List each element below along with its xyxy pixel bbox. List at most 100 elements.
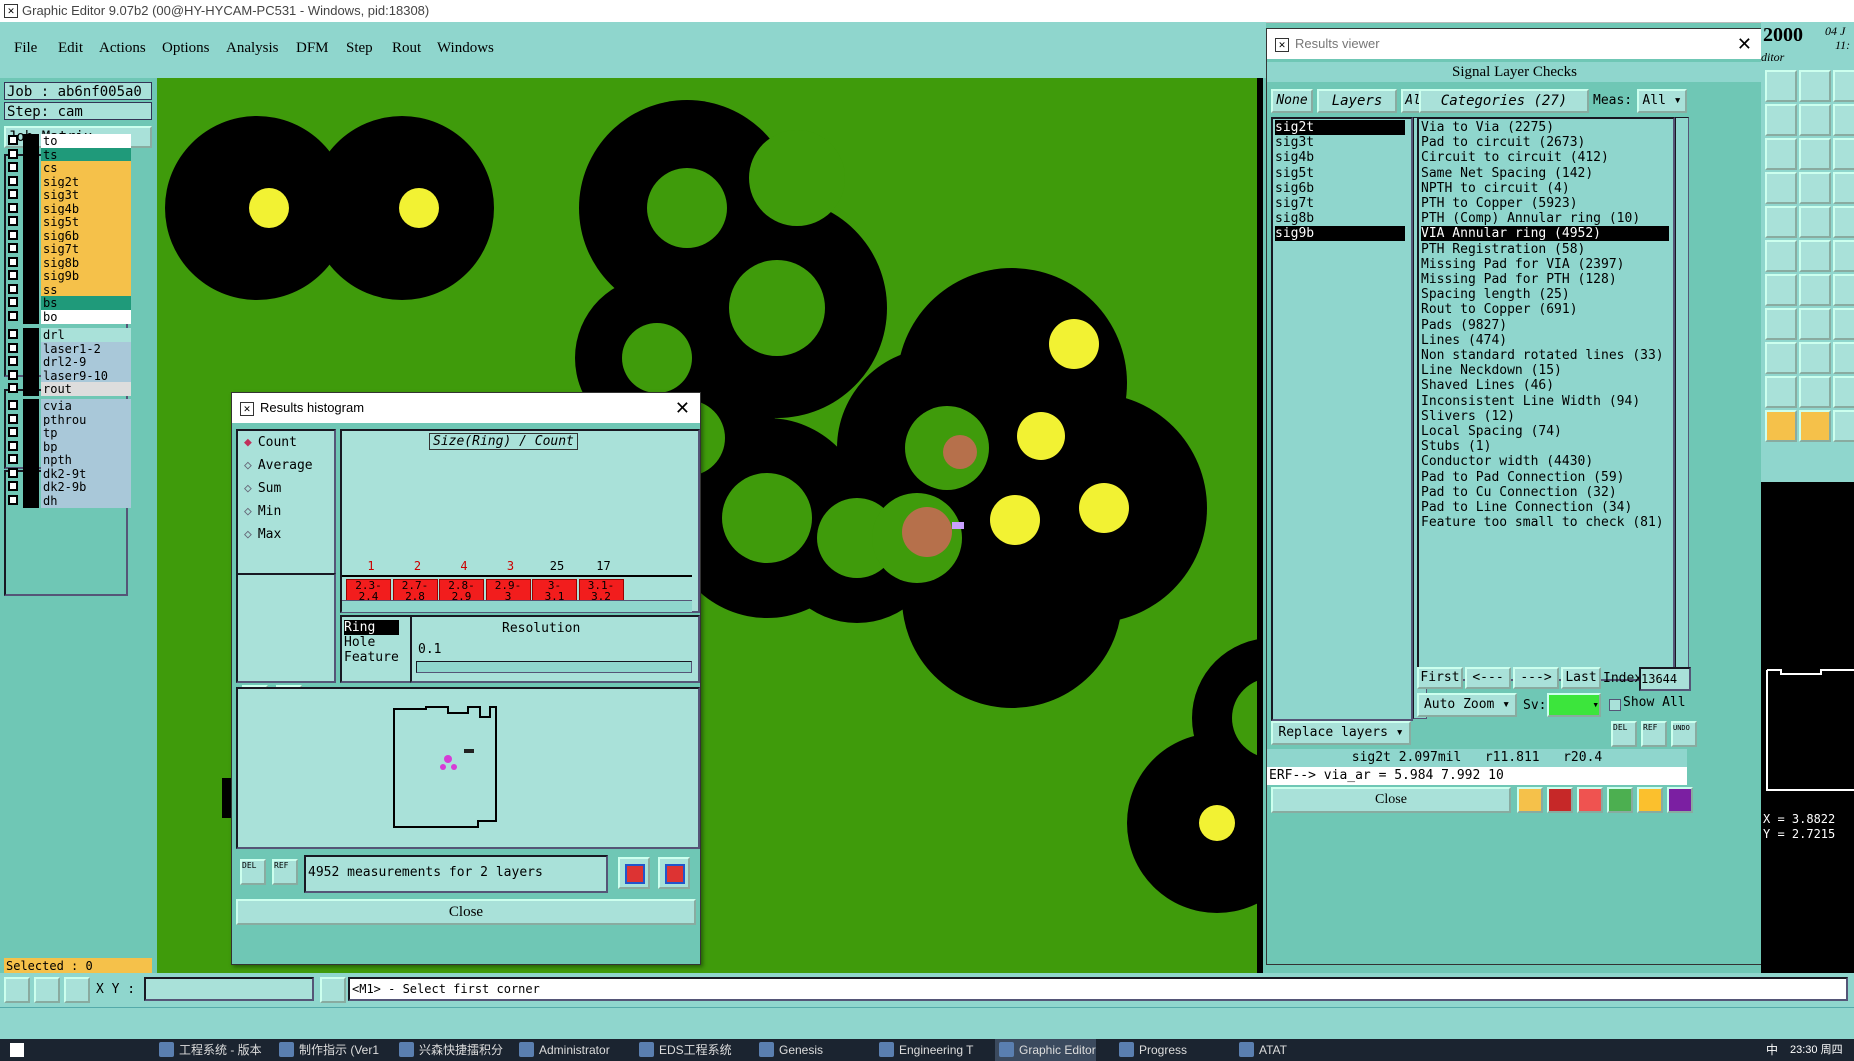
category-item[interactable]: Circuit to circuit (412) bbox=[1421, 150, 1669, 165]
layer-name[interactable]: ss bbox=[41, 282, 131, 297]
layer-row[interactable]: sig8b bbox=[8, 255, 131, 270]
toolbar-tool-button[interactable] bbox=[1833, 308, 1854, 340]
layer-name[interactable]: dk2-9t bbox=[41, 466, 131, 481]
toolbar-tool-button[interactable] bbox=[1799, 376, 1831, 408]
export-icon-button[interactable] bbox=[658, 857, 690, 889]
taskbar-item[interactable]: 兴森快捷擂积分 bbox=[395, 1039, 503, 1061]
prev-button[interactable]: <--- bbox=[1465, 667, 1511, 689]
layer-name[interactable]: drl bbox=[41, 328, 131, 342]
category-item[interactable]: VIA Annular ring (4952) bbox=[1421, 226, 1669, 242]
category-item[interactable]: Line Neckdown (15) bbox=[1421, 363, 1669, 378]
toolbar-tool-button[interactable] bbox=[1799, 70, 1831, 102]
category-item[interactable]: PTH to Copper (5923) bbox=[1421, 196, 1669, 211]
menu-options[interactable]: Options bbox=[162, 40, 210, 57]
result-layer-item[interactable]: sig8b bbox=[1275, 211, 1405, 226]
toolbar-tool-button[interactable] bbox=[1799, 206, 1831, 238]
category-item[interactable]: Pad to Pad Connection (59) bbox=[1421, 470, 1669, 485]
layer-name[interactable]: dk2-9b bbox=[41, 480, 131, 494]
first-button[interactable]: First bbox=[1417, 667, 1463, 689]
category-item[interactable]: Missing Pad for PTH (128) bbox=[1421, 272, 1669, 287]
chart-icon-button[interactable] bbox=[618, 857, 650, 889]
auto-zoom-dropdown[interactable]: Auto Zoom ▾ bbox=[1417, 693, 1517, 717]
taskbar-item[interactable]: Engineering T bbox=[875, 1039, 974, 1061]
layer-name[interactable]: bs bbox=[41, 296, 131, 310]
close-icon[interactable]: ✕ bbox=[1737, 29, 1752, 59]
layer-name[interactable]: drl2-9 bbox=[41, 355, 131, 369]
layer-name[interactable]: sig6b bbox=[41, 228, 131, 243]
del-button-bottom[interactable]: DEL bbox=[240, 859, 266, 885]
layer-name[interactable]: sig4b bbox=[41, 201, 131, 216]
layer-checkbox[interactable] bbox=[8, 270, 18, 280]
category-item[interactable]: Lines (474) bbox=[1421, 333, 1669, 348]
menu-step[interactable]: Step bbox=[346, 40, 373, 57]
layer-row[interactable]: sig2t bbox=[8, 174, 131, 189]
del-button[interactable]: DEL bbox=[1611, 721, 1637, 747]
results-close-button[interactable]: Close bbox=[1271, 787, 1511, 813]
layer-checkbox[interactable] bbox=[8, 481, 18, 491]
layer-checkbox[interactable] bbox=[8, 342, 18, 353]
layer-row[interactable]: ss bbox=[8, 282, 131, 297]
ime-indicator[interactable]: 中 bbox=[1766, 1039, 1778, 1061]
layer-row[interactable]: laser9-10 bbox=[8, 368, 131, 383]
toolbar-tool-button[interactable] bbox=[1765, 138, 1797, 170]
histogram-close-button[interactable]: Close bbox=[236, 899, 696, 925]
category-item[interactable]: NPTH to circuit (4) bbox=[1421, 181, 1669, 196]
layer-checkbox[interactable] bbox=[8, 283, 18, 294]
aggregate-option[interactable]: ◇ Min bbox=[244, 504, 281, 519]
toolbar-tool-button[interactable] bbox=[1799, 104, 1831, 136]
result-layer-item[interactable]: sig4b bbox=[1275, 150, 1405, 165]
cursor-icon[interactable] bbox=[320, 977, 346, 1003]
layer-row[interactable]: rout bbox=[8, 382, 131, 396]
layer-checkbox[interactable] bbox=[8, 243, 18, 253]
toolbar-tool-button[interactable] bbox=[1799, 410, 1831, 442]
menu-file[interactable]: File bbox=[14, 40, 37, 57]
layer-row[interactable]: sig4b bbox=[8, 201, 131, 216]
category-item[interactable]: Pads (9827) bbox=[1421, 318, 1669, 333]
replace-layers-dropdown[interactable]: Replace layers ▾ bbox=[1271, 721, 1411, 745]
layer-row[interactable]: pthrou bbox=[8, 412, 131, 427]
layer-name[interactable]: bp bbox=[41, 439, 131, 454]
layer-checkbox[interactable] bbox=[8, 467, 18, 478]
index-field[interactable]: 13644 bbox=[1639, 667, 1691, 691]
category-item[interactable]: PTH Registration (58) bbox=[1421, 242, 1669, 257]
layer-name[interactable]: cvia bbox=[41, 399, 131, 413]
layer-checkbox[interactable] bbox=[8, 189, 18, 199]
layer-name[interactable]: sig2t bbox=[41, 174, 131, 189]
result-layer-item[interactable]: sig3t bbox=[1275, 135, 1405, 150]
layer-row[interactable]: dk2-9b bbox=[8, 480, 131, 494]
ref-button[interactable]: REF bbox=[1641, 721, 1667, 747]
tool-icon-4[interactable] bbox=[1607, 787, 1633, 813]
layer-row[interactable]: bs bbox=[8, 296, 131, 310]
category-item[interactable]: Inconsistent Line Width (94) bbox=[1421, 394, 1669, 409]
xy-input[interactable] bbox=[144, 977, 314, 1001]
toolbar-tool-button[interactable] bbox=[1833, 376, 1854, 408]
layer-row[interactable]: dh bbox=[8, 493, 131, 508]
menu-rout[interactable]: Rout bbox=[392, 40, 421, 57]
next-button[interactable]: ---> bbox=[1513, 667, 1559, 689]
toolbar-tool-button[interactable] bbox=[1799, 274, 1831, 306]
taskbar-item[interactable]: Progress bbox=[1115, 1039, 1187, 1061]
layer-name[interactable]: npth bbox=[41, 453, 131, 467]
last-button[interactable]: Last bbox=[1561, 667, 1601, 689]
measure-type[interactable]: Ring bbox=[344, 620, 399, 635]
category-scrollbar[interactable] bbox=[1675, 117, 1689, 679]
measure-icon[interactable] bbox=[34, 977, 60, 1003]
windows-start-icon[interactable] bbox=[10, 1043, 24, 1057]
layers-button[interactable]: Layers bbox=[1317, 89, 1397, 113]
layer-checkbox[interactable] bbox=[8, 135, 18, 145]
chart-scrollbar[interactable] bbox=[342, 600, 692, 612]
layer-name[interactable]: laser1-2 bbox=[41, 341, 131, 356]
layer-row[interactable]: sig3t bbox=[8, 188, 131, 202]
show-all-checkbox[interactable] bbox=[1609, 699, 1621, 711]
layer-row[interactable]: tp bbox=[8, 426, 131, 440]
result-layer-item[interactable]: sig9b bbox=[1275, 226, 1405, 242]
layer-name[interactable]: cs bbox=[41, 161, 131, 175]
layer-row[interactable]: sig9b bbox=[8, 269, 131, 283]
menu-edit[interactable]: Edit bbox=[58, 40, 83, 57]
category-listbox[interactable]: Via to Via (2275) Pad to circuit (2673) Ci… bbox=[1417, 117, 1675, 681]
category-item[interactable]: Shaved Lines (46) bbox=[1421, 378, 1669, 393]
layer-name[interactable]: sig8b bbox=[41, 255, 131, 270]
layer-row[interactable]: cvia bbox=[8, 399, 131, 413]
layer-name[interactable]: laser9-10 bbox=[41, 368, 131, 383]
layer-row[interactable]: sig5t bbox=[8, 215, 131, 229]
